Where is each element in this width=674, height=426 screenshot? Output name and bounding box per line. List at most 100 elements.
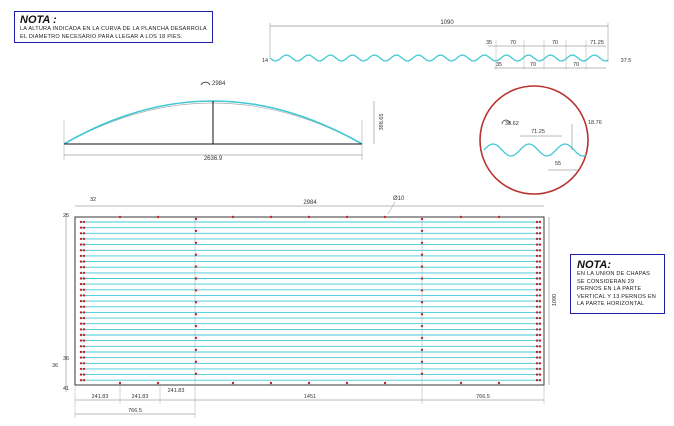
bolt	[82, 305, 86, 308]
plan-bottom-dim-2: 241.83	[132, 394, 149, 400]
bolt	[79, 277, 83, 280]
bolt	[535, 271, 539, 275]
bolt	[82, 356, 86, 359]
plan-view: 32 2984 Ø10 25 36 36 41 1090 241.83 241.…	[52, 196, 558, 418]
plan-height-dim: 1090	[552, 294, 558, 306]
bolt	[538, 311, 542, 314]
bolt	[79, 379, 83, 382]
bolt	[535, 305, 539, 308]
bolt	[420, 289, 424, 292]
bolt	[535, 282, 539, 286]
arc-chord-dim: 2636.9	[204, 156, 223, 162]
bolt	[82, 345, 86, 348]
bolt	[535, 333, 539, 337]
bolt	[194, 372, 198, 375]
bolt	[538, 322, 542, 325]
bolt	[307, 215, 311, 219]
bolt	[538, 271, 542, 275]
bolt	[538, 266, 542, 269]
bolt	[79, 294, 83, 297]
bolt	[420, 324, 424, 328]
bolt	[82, 311, 86, 314]
bolt	[538, 220, 542, 224]
bolt	[345, 381, 349, 385]
plan-bottom-dim-3: 241.83	[168, 388, 185, 394]
bolt	[82, 288, 86, 291]
bolt	[194, 301, 198, 304]
bolt	[535, 322, 539, 325]
profile-dim-top-1: 35	[486, 40, 492, 46]
bolt	[535, 362, 539, 365]
bolt	[535, 294, 539, 297]
bolt	[79, 260, 83, 263]
bolt	[420, 301, 424, 304]
bolt	[79, 226, 83, 229]
bolt	[538, 379, 542, 382]
bolt	[420, 372, 424, 375]
bolt	[194, 289, 198, 292]
bolt	[82, 220, 86, 224]
corrugated-profile: 1090 14 35 70 70 71.25 35 70 70 37.5	[262, 20, 631, 70]
bolt	[535, 266, 539, 269]
bolt	[79, 220, 83, 224]
bolt	[345, 215, 349, 219]
profile-dim-bottom-4: 37.5	[621, 58, 632, 64]
bolt	[82, 260, 86, 263]
profile-dim-top-2: 70	[510, 40, 516, 46]
bolt	[79, 362, 83, 365]
bolt	[535, 339, 539, 342]
bolt	[535, 249, 539, 252]
bolt	[420, 313, 424, 316]
bolt	[535, 345, 539, 348]
bolt	[79, 322, 83, 325]
profile-dim-top-4: 71.25	[590, 40, 604, 46]
bolt	[269, 215, 273, 219]
bolt	[79, 356, 83, 359]
bolt	[535, 260, 539, 263]
bolt	[79, 333, 83, 337]
detail-radius-dim: 38.62	[505, 121, 519, 127]
bolt	[420, 277, 424, 280]
plan-bottom-right-dim: 766.5	[476, 394, 490, 400]
profile-wave	[269, 54, 609, 62]
bolt	[420, 229, 424, 233]
bolt	[82, 282, 86, 286]
bolt	[535, 379, 539, 382]
bolt	[79, 328, 83, 331]
bolt	[79, 299, 83, 303]
plan-lines	[80, 221, 540, 381]
bolt	[535, 232, 539, 235]
bolt	[420, 253, 424, 256]
bolt	[194, 324, 198, 328]
bolt	[194, 277, 198, 280]
bolt	[538, 254, 542, 258]
plan-bottom-left-dim: 766.5	[128, 408, 142, 414]
profile-dim-bottom-1: 35	[496, 62, 502, 68]
bolt	[82, 254, 86, 258]
bolt	[79, 288, 83, 291]
bolt	[79, 373, 83, 376]
bolt	[82, 271, 86, 275]
bolt	[538, 305, 542, 308]
bolt	[79, 305, 83, 308]
bolt	[538, 294, 542, 297]
bolt	[82, 322, 86, 325]
bolt	[82, 362, 86, 365]
bolt	[82, 237, 86, 241]
bolt	[538, 243, 542, 246]
bolt	[79, 232, 83, 235]
bolt	[535, 316, 539, 320]
bolt	[79, 249, 83, 252]
bolt	[82, 350, 86, 354]
plan-left-a-dim: 36	[63, 356, 69, 362]
bolt	[82, 333, 86, 337]
bolt	[535, 328, 539, 331]
bolt	[420, 241, 424, 244]
profile-left-edge-dim: 14	[262, 58, 268, 64]
bolt	[538, 282, 542, 286]
bolt	[156, 215, 160, 219]
arc-elevation: 2636.9 398.65 2984	[63, 81, 385, 162]
bolt	[82, 299, 86, 303]
plan-length-dim: 2984	[303, 200, 317, 206]
profile-dim-top-3: 70	[552, 40, 558, 46]
